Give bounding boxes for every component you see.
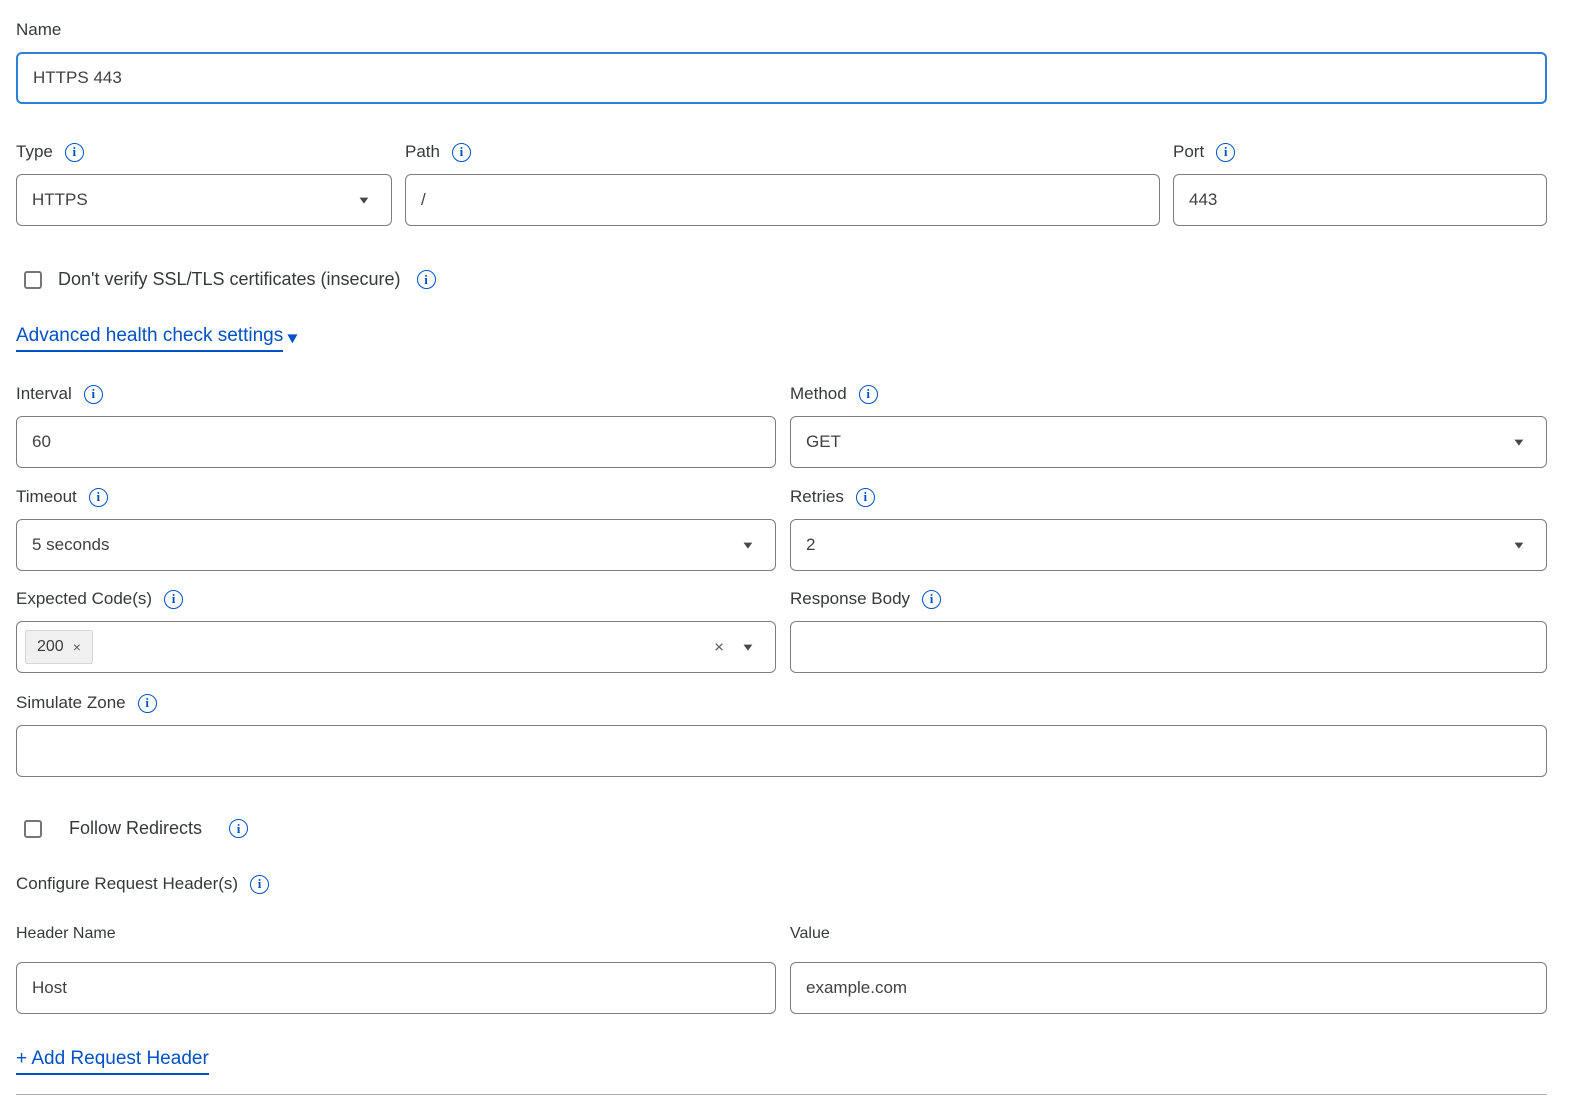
simulate-zone-input[interactable]: [16, 725, 1547, 777]
type-path-port-row: Type i HTTPS ▼ Path i Port i: [16, 140, 1547, 226]
dont-verify-row: Don't verify SSL/TLS certificates (insec…: [16, 269, 1547, 290]
dont-verify-label: Don't verify SSL/TLS certificates (insec…: [58, 269, 401, 290]
path-input[interactable]: [405, 174, 1160, 226]
retries-select[interactable]: 2 ▼: [790, 519, 1547, 571]
response-body-input[interactable]: [790, 621, 1547, 673]
method-info-icon[interactable]: i: [859, 385, 878, 404]
retries-select-value: 2: [806, 535, 815, 555]
name-input[interactable]: [16, 52, 1547, 104]
method-field-group: Method i GET ▼: [790, 382, 1547, 468]
header-name-column-label: Header Name: [16, 922, 116, 946]
port-input[interactable]: [1173, 174, 1547, 226]
header-name-input[interactable]: [16, 962, 776, 1014]
header-name-field-group: Header Name: [16, 922, 776, 1014]
chevron-down-icon: ▼: [741, 540, 756, 550]
dont-verify-info-icon[interactable]: i: [417, 270, 436, 289]
interval-input[interactable]: [16, 416, 776, 468]
expected-codes-label: Expected Code(s): [16, 587, 152, 611]
timeout-field-group: Timeout i 5 seconds ▼: [16, 485, 776, 571]
expected-code-tag: 200 ×: [25, 630, 93, 664]
chevron-down-icon: ▼: [741, 642, 756, 652]
type-field-group: Type i HTTPS ▼: [16, 140, 392, 226]
simulate-zone-info-icon[interactable]: i: [138, 694, 157, 713]
request-header-row: Header Name Value: [16, 922, 1547, 1014]
method-label: Method: [790, 382, 847, 406]
advanced-settings-link[interactable]: Advanced health check settings ▼: [16, 325, 300, 352]
timeout-label: Timeout: [16, 485, 77, 509]
expected-code-tag-text: 200: [37, 638, 64, 656]
codes-body-row: Expected Code(s) i 200 × × ▼ Response Bo…: [16, 587, 1547, 673]
header-value-field-group: Value: [790, 922, 1547, 1014]
simulate-zone-label: Simulate Zone: [16, 691, 126, 715]
tag-remove-icon[interactable]: ×: [73, 640, 81, 654]
type-select[interactable]: HTTPS ▼: [16, 174, 392, 226]
health-check-form: Name Type i HTTPS ▼ Path i Port i: [0, 0, 1570, 1095]
type-info-icon[interactable]: i: [65, 143, 84, 162]
method-select-value: GET: [806, 432, 841, 452]
follow-redirects-checkbox[interactable]: [24, 820, 42, 838]
type-label: Type: [16, 140, 53, 164]
timeout-select[interactable]: 5 seconds ▼: [16, 519, 776, 571]
simulate-zone-field-group: Simulate Zone i: [16, 691, 1547, 777]
retries-info-icon[interactable]: i: [856, 488, 875, 507]
interval-label: Interval: [16, 382, 72, 406]
interval-field-group: Interval i: [16, 382, 776, 468]
type-select-value: HTTPS: [32, 190, 88, 210]
request-headers-section-label: Configure Request Header(s): [16, 872, 238, 896]
path-field-group: Path i: [405, 140, 1160, 226]
expected-codes-multiselect[interactable]: 200 × × ▼: [16, 621, 776, 673]
follow-redirects-info-icon[interactable]: i: [229, 819, 248, 838]
advanced-settings-link-text: Advanced health check settings: [16, 325, 283, 352]
response-body-label: Response Body: [790, 587, 910, 611]
add-request-header-link[interactable]: + Add Request Header: [16, 1048, 209, 1075]
expected-codes-info-icon[interactable]: i: [164, 590, 183, 609]
method-select[interactable]: GET ▼: [790, 416, 1547, 468]
retries-field-group: Retries i 2 ▼: [790, 485, 1547, 571]
timeout-retries-row: Timeout i 5 seconds ▼ Retries i 2 ▼: [16, 485, 1547, 571]
interval-info-icon[interactable]: i: [84, 385, 103, 404]
path-label: Path: [405, 140, 440, 164]
chevron-down-icon: ▼: [1512, 540, 1527, 550]
chevron-down-icon: ▼: [1512, 437, 1527, 447]
interval-method-row: Interval i Method i GET ▼: [16, 382, 1547, 468]
expected-codes-field-group: Expected Code(s) i 200 × × ▼: [16, 587, 776, 673]
name-label: Name: [16, 18, 61, 42]
port-field-group: Port i: [1173, 140, 1547, 226]
header-value-column-label: Value: [790, 922, 830, 946]
response-body-info-icon[interactable]: i: [922, 590, 941, 609]
section-divider: [16, 1094, 1547, 1095]
caret-down-icon: ▼: [284, 331, 301, 346]
timeout-select-value: 5 seconds: [32, 535, 110, 555]
chevron-down-icon: ▼: [357, 195, 372, 205]
response-body-field-group: Response Body i: [790, 587, 1547, 673]
retries-label: Retries: [790, 485, 844, 509]
port-info-icon[interactable]: i: [1216, 143, 1235, 162]
port-label: Port: [1173, 140, 1204, 164]
header-value-input[interactable]: [790, 962, 1547, 1014]
request-headers-info-icon[interactable]: i: [250, 875, 269, 894]
request-headers-section: Configure Request Header(s) i: [16, 872, 1547, 896]
dont-verify-checkbox[interactable]: [24, 271, 42, 289]
clear-all-icon[interactable]: ×: [714, 639, 724, 656]
follow-redirects-row: Follow Redirects i: [16, 818, 1547, 839]
follow-redirects-label: Follow Redirects: [69, 818, 202, 839]
path-info-icon[interactable]: i: [452, 143, 471, 162]
timeout-info-icon[interactable]: i: [89, 488, 108, 507]
name-field-group: Name: [16, 18, 1547, 104]
